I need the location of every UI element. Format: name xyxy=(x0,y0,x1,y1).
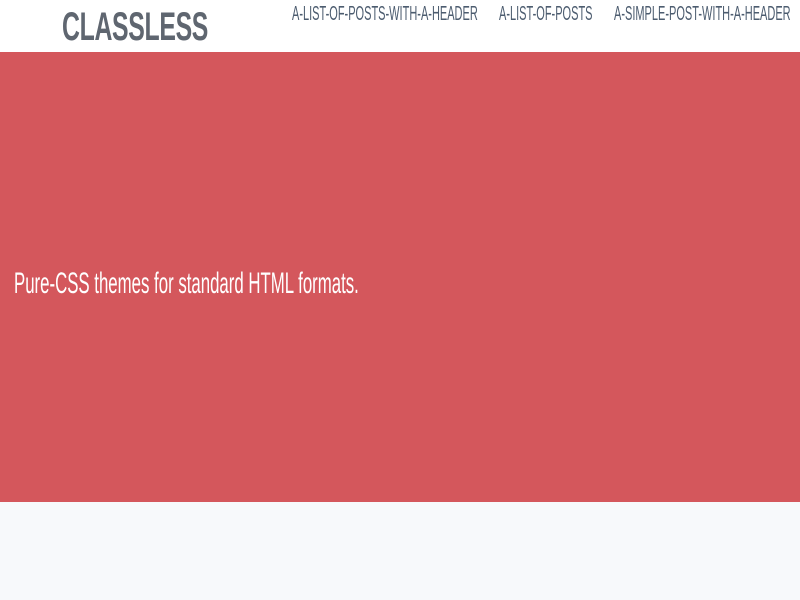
page-body xyxy=(0,502,800,600)
hero-tagline: Pure-CSS themes for standard HTML format… xyxy=(14,267,359,300)
nav-link-list-of-posts-with-header[interactable]: A-LIST-OF-POSTS-WITH-A-HEADER xyxy=(292,0,478,28)
hero-banner: Pure-CSS themes for standard HTML format… xyxy=(0,52,800,502)
nav-link-list-of-posts[interactable]: A-LIST-OF-POSTS xyxy=(499,0,593,28)
site-logo-link[interactable]: CLASSLESS xyxy=(62,4,208,50)
nav-item-simple-post-with-header: A-SIMPLE-POST-WITH-A-HEADER xyxy=(614,0,800,28)
site-header: CLASSLESS A-LIST-OF-POSTS-WITH-A-HEADER … xyxy=(0,0,800,52)
nav-link-simple-post-with-header[interactable]: A-SIMPLE-POST-WITH-A-HEADER xyxy=(614,0,791,28)
